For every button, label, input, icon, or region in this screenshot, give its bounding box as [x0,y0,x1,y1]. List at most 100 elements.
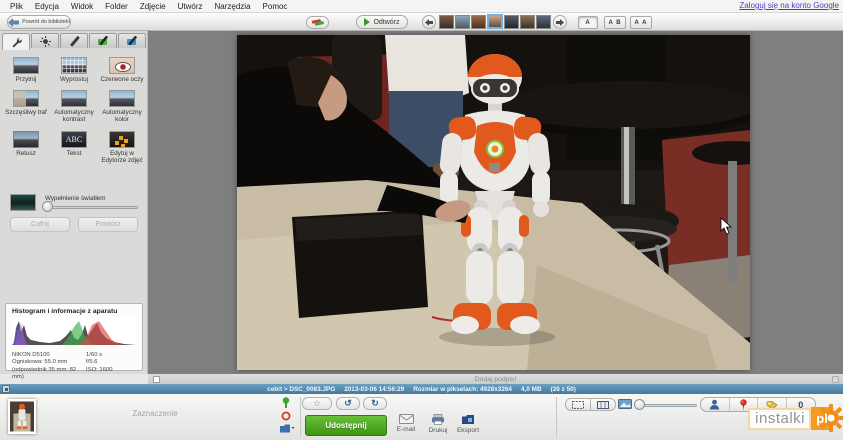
menu-narzedzia[interactable]: Narzędzia [209,2,257,11]
menu-plik[interactable]: Plik [4,2,29,11]
crayon-icon [311,18,325,27]
play-slideshow-button[interactable]: Odtwórz [356,15,408,29]
add-to-album-button[interactable] [276,422,298,435]
watermark-tld: pl [811,407,833,430]
tab-effects[interactable] [60,33,88,48]
fit-view-button[interactable] [565,398,591,411]
star-rating-button[interactable]: ☆ [302,397,332,410]
export-action[interactable]: Eksport [451,414,485,434]
caption-icon [153,376,160,383]
edit-tool-grid: Przytnij Wyprostuj Czerwone oczy Szczęśl… [2,57,146,164]
status-position: (26 z 50) [551,386,576,393]
tool-im-feeling-lucky[interactable]: Szczęśliwy traf [2,90,50,123]
selection-thumbnail[interactable] [8,399,36,434]
tool-text[interactable]: ABCTekst [50,131,98,164]
menu-folder[interactable]: Folder [99,2,134,11]
rotate-ccw-button[interactable]: ↺ [336,397,360,410]
tab-basic-fixes[interactable] [2,33,30,50]
status-file-size: 4,0 MB [521,386,542,393]
filmstrip-thumb[interactable] [455,15,470,29]
wrench-icon [11,37,22,48]
share-button[interactable]: Udostępnij [305,415,387,436]
menu-edycja[interactable]: Edycja [29,2,65,11]
tool-straighten[interactable]: Wyprostuj [50,57,98,83]
auto-contrast-tool-icon [61,90,87,107]
tool-redeye[interactable]: Czerwone oczy [98,57,146,83]
play-button-label: Odtwórz [373,19,399,26]
tool-crop[interactable]: Przytnij [2,57,50,83]
caption-bar[interactable]: Dodaj podpis! [148,374,843,384]
camera-info: NIKON D51001/60 s Ogniskowa: 55.0 mmf/5.… [12,352,136,382]
zoom-slider-track[interactable] [640,404,697,407]
rotate-cw-button[interactable]: ↻ [363,397,387,410]
map-pin-icon [739,399,748,411]
fill-light-slider-handle[interactable] [42,201,53,212]
status-datetime: 2013-03-06 14:56:29 [344,386,404,393]
selection-tray-label: Zaznaczenie [40,409,270,418]
main-toolbar: Powrót do biblioteki Odtwórz A A B A A [0,13,843,31]
printer-icon [431,414,445,425]
histogram-title: Histogram i informacje z aparatu [12,308,136,315]
watermark-name: instalki [748,408,811,430]
tab-effects-green[interactable] [89,33,117,48]
fill-light-label: Wypełnienie światłem [45,195,106,202]
tab-effects-blue[interactable] [118,33,146,48]
zoom-photo-icon [618,399,632,409]
menu-pomoc[interactable]: Pomoc [257,2,294,11]
crayon-edit-button[interactable] [306,16,329,29]
menu-utworz[interactable]: Utwórz [172,2,209,11]
caption-placeholder: Dodaj podpis! [475,376,517,383]
divider [300,397,301,437]
redo-button[interactable]: Powtórz [78,217,138,232]
tool-edit-in-editor[interactable]: Edytuj w Edytorze zdjęć [98,131,146,164]
status-file-path: cebit > DSC_0083.JPG [267,386,335,393]
filmstrip-thumb[interactable] [536,15,551,29]
status-bar: cebit > DSC_0083.JPG 2013-03-06 14:56:29… [0,384,843,394]
filmstrip-thumb[interactable] [471,15,486,29]
menu-widok[interactable]: Widok [65,2,99,11]
hold-selection-button[interactable] [278,396,294,409]
green-pin-icon [281,397,291,408]
histogram-card: Histogram i informacje z aparatu NIKON D… [5,303,143,371]
bottom-action-bar: Zaznaczenie ☆ ↺ ↻ Udostępnij E-mail Druk… [0,394,843,440]
edit-tabs [2,33,146,50]
google-signin-link[interactable]: Zaloguj się na konto Google [739,1,839,10]
undo-button[interactable]: Cofnij [10,217,70,232]
menu-bar: Plik Edycja Widok Folder Zdjęcie Utwórz … [0,0,843,13]
image-viewer [148,31,843,374]
email-action[interactable]: E-mail [389,414,423,433]
status-bar-icon[interactable] [2,385,10,393]
filmstrip-thumb-selected[interactable] [487,14,503,29]
shutter-speed: 1/60 s [86,352,132,359]
previous-photo-button[interactable] [422,15,436,29]
redeye-tool-icon [109,57,135,74]
next-photo-button[interactable] [553,15,567,29]
brush-icon [69,36,80,47]
filmstrip-thumb[interactable] [520,15,535,29]
green-brush-icon [97,36,110,47]
caption-expand-icon[interactable] [832,376,839,383]
zoom-slider-handle[interactable] [634,399,645,410]
clear-selection-button[interactable] [278,409,294,422]
camera-model: NIKON D5100 [12,352,86,359]
back-to-library-button[interactable]: Powrót do biblioteki [7,15,71,29]
view-single-button[interactable]: A [578,16,598,29]
back-button-label: Powrót do biblioteki [22,19,70,25]
print-action[interactable]: Drukuj [421,414,455,434]
view-split-ab-button[interactable]: A B [604,16,626,29]
filmstrip-thumb[interactable] [504,15,519,29]
photo-nao-robot[interactable] [237,35,750,370]
tool-auto-contrast[interactable]: Automatyczny kontrast [50,90,98,123]
tool-retouch[interactable]: Retusz [2,131,50,164]
focal-equivalent-cont: mm) [12,374,86,381]
filmstrip-thumb[interactable] [439,15,454,29]
sun-adjust-icon [40,36,51,47]
editor-tool-icon [109,131,135,148]
menu-zdjecie[interactable]: Zdjęcie [134,2,172,11]
view-side-by-side-button[interactable]: A A [630,16,652,29]
tab-lighting[interactable] [31,33,59,48]
fill-light-slider-track[interactable] [46,206,138,209]
tool-auto-color[interactable]: Automatyczny kolor [98,90,146,123]
actual-size-button[interactable] [590,398,616,411]
people-panel-button[interactable] [701,398,730,411]
